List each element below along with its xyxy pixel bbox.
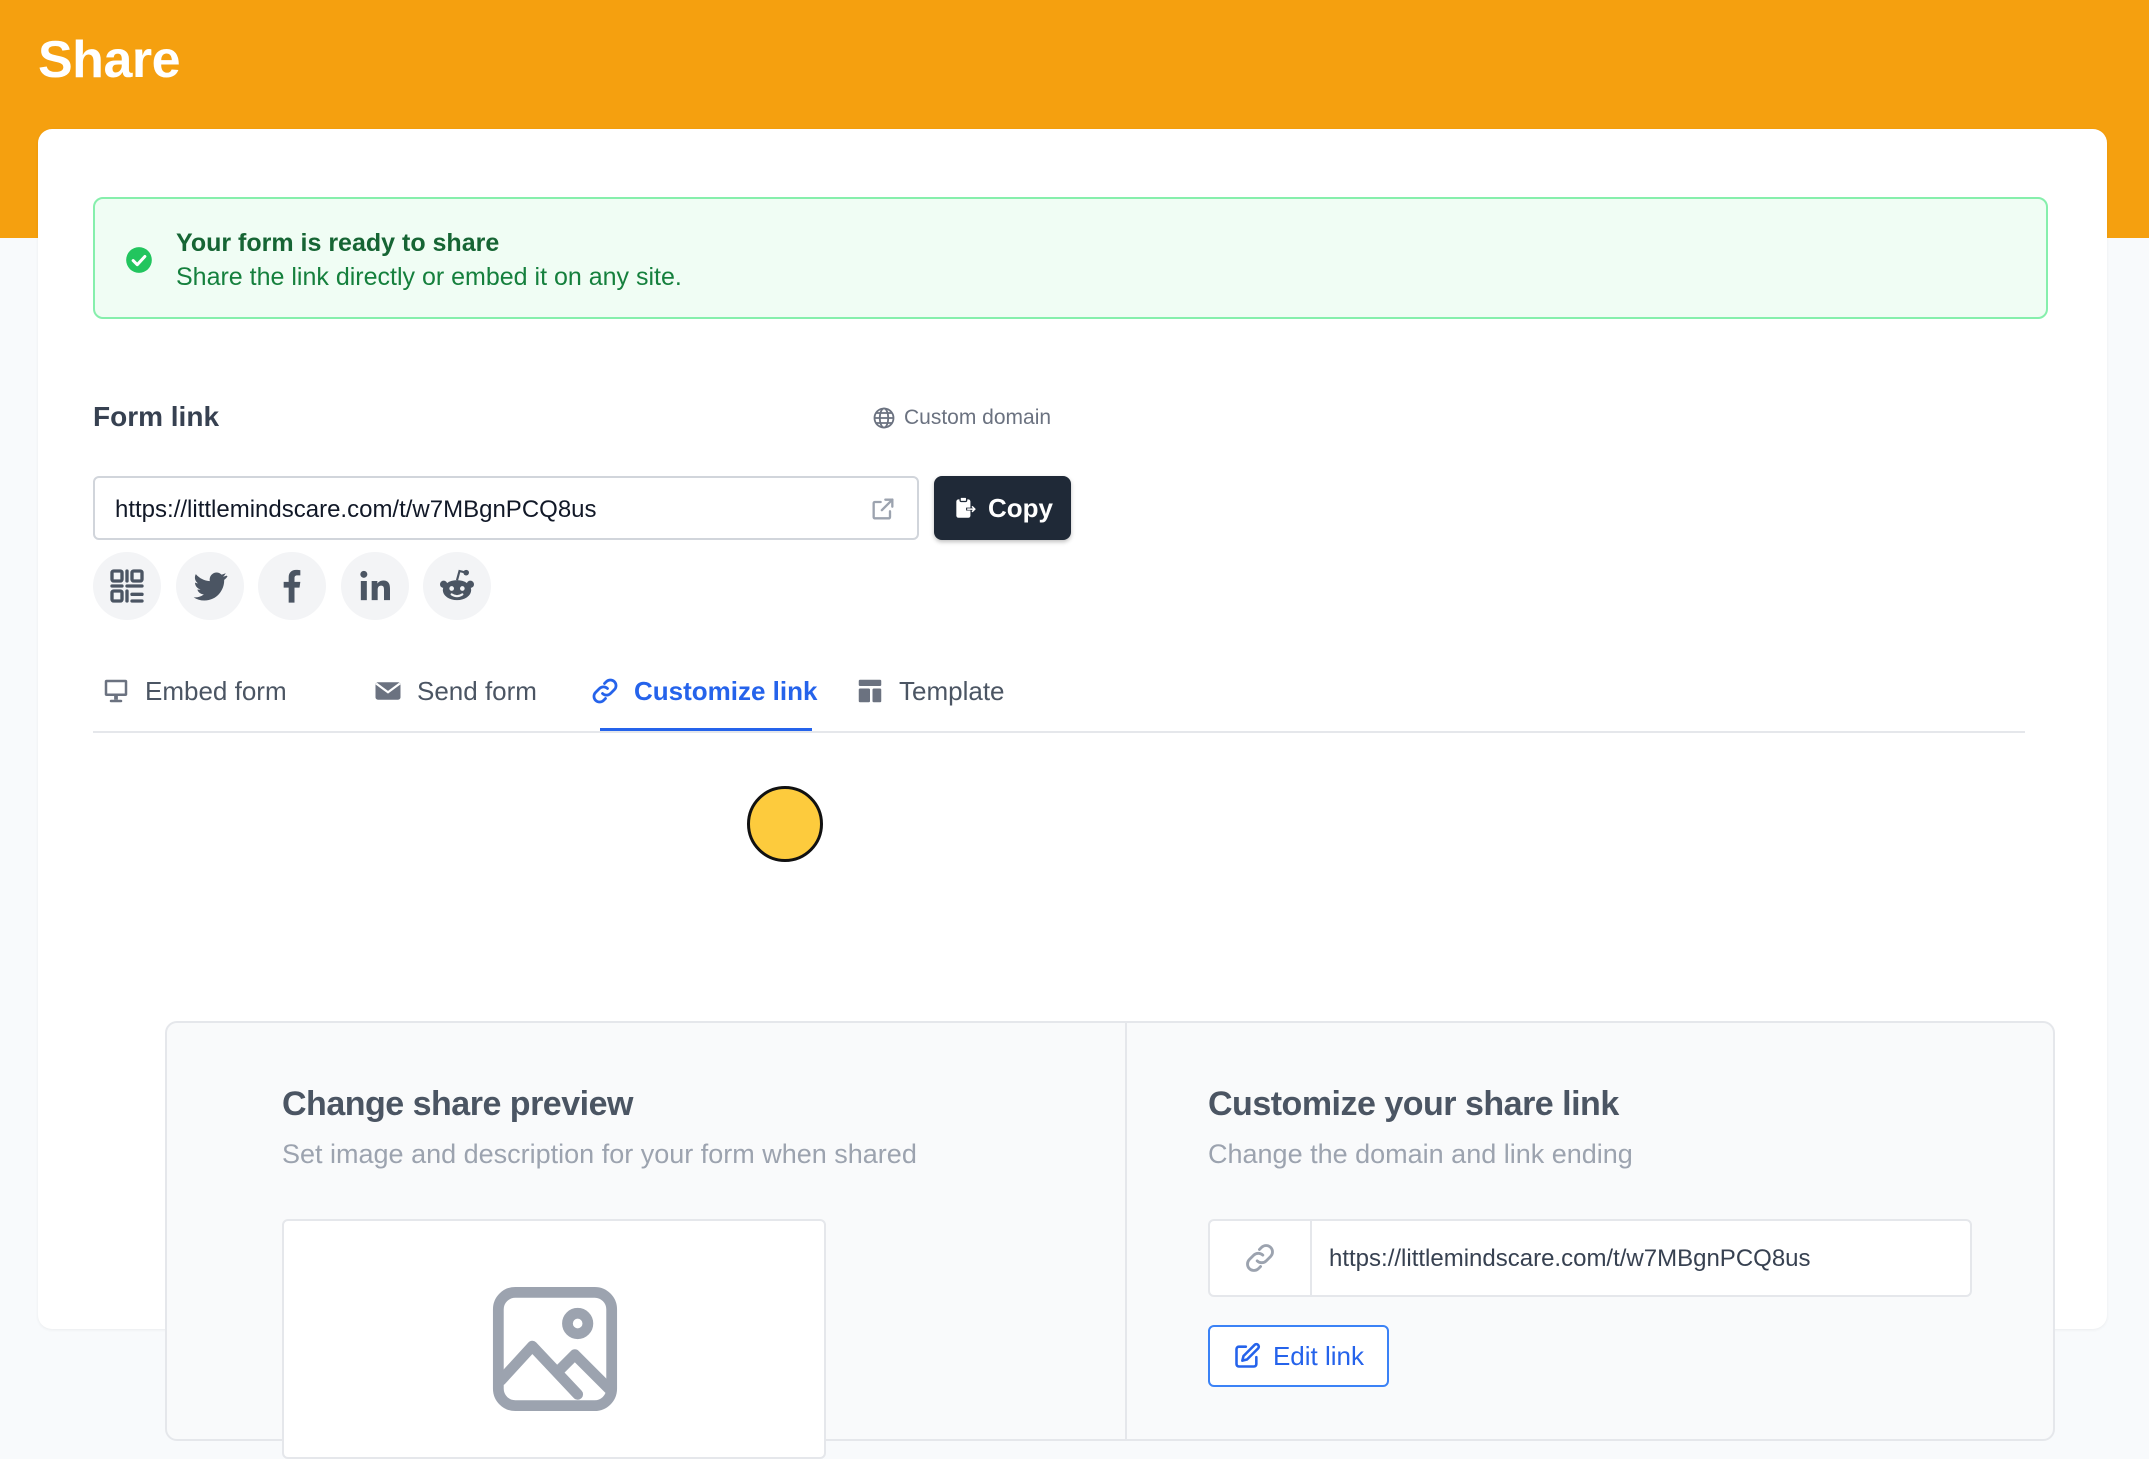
form-link-url: https://littlemindscare.com/t/w7MBgnPCQ8…: [115, 496, 597, 523]
share-link-addon: [1210, 1221, 1312, 1295]
share-facebook-button[interactable]: [258, 552, 326, 620]
share-preview-subtitle: Set image and description for your form …: [282, 1139, 917, 1169]
form-link-input[interactable]: https://littlemindscare.com/t/w7MBgnPCQ8…: [93, 476, 919, 540]
external-link-icon[interactable]: [869, 495, 897, 523]
tab-embed-form[interactable]: Embed form: [101, 651, 287, 731]
facebook-icon: [283, 569, 301, 603]
customize-link-subtitle: Change the domain and link ending: [1208, 1139, 1633, 1169]
copy-label: Copy: [988, 492, 1053, 523]
share-link-field[interactable]: https://littlemindscare.com/t/w7MBgnPCQ8…: [1208, 1219, 1972, 1297]
custom-domain-link[interactable]: Custom domain: [872, 406, 1051, 430]
cursor-indicator: [747, 786, 823, 862]
check-circle-icon: [126, 247, 152, 273]
preview-image-upload[interactable]: [282, 1219, 826, 1459]
reddit-icon: [440, 569, 474, 601]
edit-link-label: Edit link: [1272, 1340, 1365, 1371]
link-icon: [592, 678, 618, 704]
tab-label: Customize link: [634, 675, 818, 706]
template-icon: [858, 679, 882, 703]
share-reddit-button[interactable]: [423, 552, 491, 620]
success-alert: Your form is ready to share Share the li…: [93, 197, 2048, 319]
custom-domain-label: Custom domain: [904, 406, 1052, 429]
share-linkedin-button[interactable]: [341, 552, 409, 620]
share-tabs: Embed form Send form Customize link Temp…: [93, 651, 2025, 733]
edit-icon: [1235, 1342, 1260, 1368]
tab-label: Embed form: [145, 675, 287, 706]
tab-customize-link[interactable]: Customize link: [590, 651, 817, 731]
share-link-url: https://littlemindscare.com/t/w7MBgnPCQ8…: [1329, 1245, 1811, 1272]
panel-divider: [1125, 1023, 1127, 1439]
qr-code-icon: [110, 569, 144, 603]
customize-panel: Change share preview Set image and descr…: [165, 1021, 2055, 1459]
page-title: Share: [38, 31, 181, 89]
tab-template[interactable]: Template: [855, 651, 1005, 731]
share-card: Your form is ready to share Share the li…: [38, 129, 2107, 1459]
globe-icon: [873, 407, 895, 429]
clipboard-icon: [956, 496, 977, 518]
edit-link-button[interactable]: Edit link: [1208, 1325, 1389, 1387]
twitter-icon: [193, 572, 228, 601]
tab-label: Template: [899, 675, 1005, 706]
link-icon: [1246, 1244, 1274, 1272]
active-tab-indicator: [600, 728, 812, 731]
customize-link-title: Customize your share link: [1208, 1085, 1619, 1123]
alert-title: Your form is ready to share: [176, 229, 500, 257]
share-preview-title: Change share preview: [282, 1085, 633, 1123]
image-placeholder-icon: [492, 1286, 618, 1412]
linkedin-icon: [360, 570, 390, 601]
copy-button[interactable]: Copy: [934, 476, 1071, 540]
share-twitter-button[interactable]: [176, 552, 244, 620]
tab-label: Send form: [417, 675, 537, 706]
envelope-icon: [375, 682, 401, 700]
share-qr-button[interactable]: [93, 552, 161, 620]
alert-subtitle: Share the link directly or embed it on a…: [176, 263, 682, 291]
tab-send-form[interactable]: Send form: [373, 651, 537, 731]
monitor-icon: [104, 679, 128, 703]
form-link-label: Form link: [93, 401, 220, 432]
